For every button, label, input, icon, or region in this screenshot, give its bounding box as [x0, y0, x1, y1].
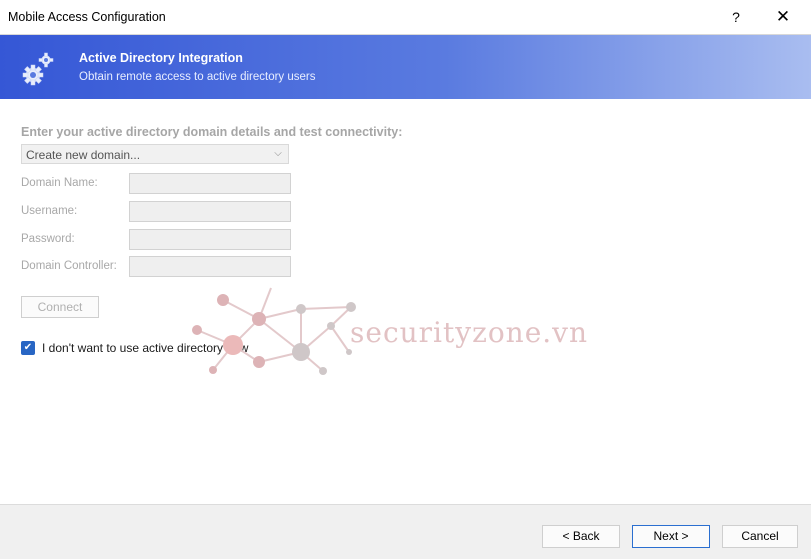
connect-button[interactable]: Connect: [21, 296, 99, 318]
title-bar: Mobile Access Configuration ? ✕: [0, 0, 811, 35]
gears-icon: [22, 52, 54, 86]
domain-controller-label: Domain Controller:: [21, 260, 117, 272]
username-label: Username:: [21, 205, 78, 217]
next-button[interactable]: Next >: [632, 525, 710, 548]
banner-title: Active Directory Integration: [79, 51, 243, 65]
wizard-footer: < Back Next > Cancel: [0, 504, 811, 559]
password-field[interactable]: [129, 229, 291, 250]
domain-controller-field[interactable]: [129, 256, 291, 277]
cancel-button[interactable]: Cancel: [722, 525, 798, 548]
close-button[interactable]: ✕: [770, 6, 796, 28]
help-button[interactable]: ?: [726, 6, 746, 28]
form-heading: Enter your active directory domain detai…: [21, 125, 403, 139]
domain-name-label: Domain Name:: [21, 177, 98, 189]
password-label: Password:: [21, 233, 75, 245]
back-button[interactable]: < Back: [542, 525, 620, 548]
header-banner: Active Directory Integration Obtain remo…: [0, 35, 811, 99]
domain-name-field[interactable]: [129, 173, 291, 194]
banner-subtitle: Obtain remote access to active directory…: [79, 71, 316, 83]
username-field[interactable]: [129, 201, 291, 222]
chevron-down-icon: ⌵: [274, 148, 282, 159]
watermark-text: securityzone.vn: [350, 316, 589, 349]
domain-select-value: Create new domain...: [26, 148, 141, 162]
domain-select[interactable]: Create new domain... ⌵: [21, 144, 289, 164]
window-title: Mobile Access Configuration: [8, 10, 166, 24]
checkbox-checked-icon[interactable]: ✔: [21, 341, 35, 355]
